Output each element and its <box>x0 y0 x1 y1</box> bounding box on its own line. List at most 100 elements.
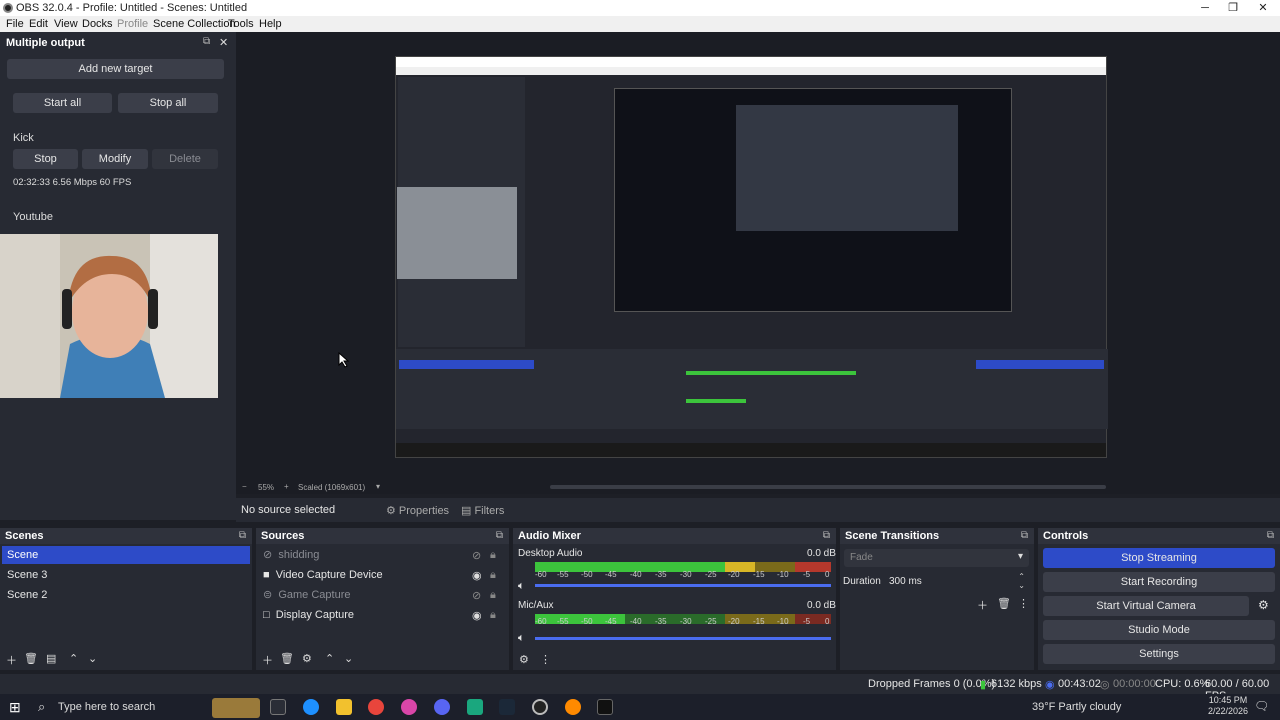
kick-modify-button[interactable]: Modify <box>82 149 148 169</box>
mixer-settings-icon[interactable]: ⚙ <box>519 653 529 666</box>
notifications-icon[interactable]: 🗨︎ <box>1254 699 1269 713</box>
audio-mixer-header: Audio Mixer ⧉ <box>513 528 836 544</box>
move-up-icon[interactable]: ⌃ <box>69 652 78 665</box>
minimize-button[interactable]: ─ <box>1190 0 1220 16</box>
terminal-icon[interactable] <box>597 699 613 715</box>
lock-icon[interactable]: 🔒︎ <box>490 589 496 602</box>
source-properties-icon[interactable]: ⚙ <box>302 652 312 665</box>
scene-item[interactable]: Scene <box>2 546 250 564</box>
audio-dock-menu-icon[interactable]: ⧉ <box>823 530 830 541</box>
scene-filters-icon[interactable]: ▤ <box>46 652 56 665</box>
menu-help[interactable]: Help <box>259 18 282 30</box>
discord-icon[interactable] <box>434 699 450 715</box>
menu-docks[interactable]: Docks <box>82 18 113 30</box>
browser-icon[interactable] <box>303 699 319 715</box>
menu-edit[interactable]: Edit <box>29 18 48 30</box>
controls-dock-menu-icon[interactable]: ⧉ <box>1267 530 1274 541</box>
settings-button[interactable]: Settings <box>1043 644 1275 664</box>
task-view-icon[interactable] <box>270 699 286 715</box>
close-button[interactable]: ✕ <box>1248 0 1278 16</box>
desktop-volume-slider[interactable] <box>535 584 831 587</box>
tick: -10 <box>777 617 789 626</box>
mic-mute-icon[interactable]: 🔈︎ <box>518 632 525 645</box>
tick: -5 <box>803 617 811 626</box>
source-item[interactable]: ■ Video Capture Device <box>258 566 507 584</box>
close-dock-icon[interactable]: ✕ <box>219 36 228 49</box>
steam-icon[interactable] <box>499 699 515 715</box>
remove-transition-icon[interactable]: 🗑 <box>997 597 1011 610</box>
transition-select[interactable]: Fade ▾ <box>844 549 1029 567</box>
menu-profile[interactable]: Profile <box>117 18 148 30</box>
start-virtual-camera-button[interactable]: Start Virtual Camera <box>1043 596 1249 616</box>
source-item[interactable]: □ Display Capture <box>258 606 507 624</box>
move-down-icon[interactable]: ⌄ <box>88 652 97 665</box>
lock-icon[interactable]: 🔒︎ <box>490 609 496 622</box>
taskbar-search[interactable]: Type here to search <box>58 701 155 713</box>
app-icon[interactable] <box>565 699 581 715</box>
stepper-icon[interactable]: ⌃ ⌄ <box>1018 572 1025 590</box>
zoom-out-button[interactable]: − <box>242 482 247 491</box>
monitor-icon: □ <box>263 609 270 621</box>
search-icon[interactable]: ⌕ <box>38 699 45 715</box>
scale-dropdown-icon[interactable]: ▾ <box>376 482 380 491</box>
menu-tools[interactable]: Tools <box>228 18 254 30</box>
nested-selected-scene <box>399 360 534 369</box>
file-explorer-icon[interactable] <box>336 699 352 715</box>
lock-icon[interactable]: 🔒︎ <box>490 569 496 582</box>
no-source-label: No source selected <box>241 504 336 516</box>
mixer-menu-icon[interactable]: ⋮ <box>540 653 551 666</box>
properties-button[interactable]: ⚙ Properties <box>386 504 449 517</box>
stop-streaming-button[interactable]: Stop Streaming <box>1043 548 1275 568</box>
sources-dock-menu-icon[interactable]: ⧉ <box>496 530 503 541</box>
add-target-button[interactable]: Add new target <box>7 59 224 79</box>
float-dock-icon[interactable]: ⧉ <box>203 36 210 47</box>
visibility-icon[interactable]: ⊘ <box>472 549 481 562</box>
source-item[interactable]: ⊘ shidding <box>258 546 507 564</box>
menu-scene-collection[interactable]: Scene Collection <box>153 18 236 30</box>
obs-icon[interactable] <box>532 699 548 715</box>
transitions-dock-menu-icon[interactable]: ⧉ <box>1021 530 1028 541</box>
maximize-button[interactable]: ❐ <box>1218 0 1248 16</box>
add-scene-icon[interactable]: ＋ <box>6 652 17 668</box>
tick: -10 <box>777 570 789 579</box>
add-source-icon[interactable]: ＋ <box>262 652 273 668</box>
scene-item[interactable]: Scene 2 <box>2 586 250 604</box>
tick: -55 <box>557 570 569 579</box>
start-recording-button[interactable]: Start Recording <box>1043 572 1275 592</box>
studio-mode-button[interactable]: Studio Mode <box>1043 620 1275 640</box>
visibility-icon[interactable]: ◉ <box>472 569 482 582</box>
menu-view[interactable]: View <box>54 18 78 30</box>
remove-scene-icon[interactable]: 🗑 <box>24 652 38 665</box>
add-transition-icon[interactable]: ＋ <box>977 597 988 613</box>
move-down-icon[interactable]: ⌄ <box>344 652 353 665</box>
transition-menu-icon[interactable]: ⋮ <box>1018 597 1029 610</box>
app-icon[interactable] <box>467 699 483 715</box>
remove-source-icon[interactable]: 🗑 <box>280 652 294 665</box>
start-all-button[interactable]: Start all <box>13 93 112 113</box>
duration-field[interactable]: 300 ms ⌃ ⌄ <box>884 572 1029 590</box>
source-item[interactable]: ⊜ Game Capture <box>258 586 507 604</box>
weather[interactable]: 39°F Partly cloudy <box>1032 701 1121 713</box>
menu-file[interactable]: File <box>6 18 24 30</box>
mic-volume-slider[interactable] <box>535 637 831 640</box>
filters-button[interactable]: ▤ Filters <box>461 504 504 517</box>
visibility-icon[interactable]: ◉ <box>472 609 482 622</box>
stop-all-button[interactable]: Stop all <box>118 93 218 113</box>
scene-item[interactable]: Scene 3 <box>2 566 250 584</box>
windows-start-icon[interactable]: ⊞ <box>9 699 21 716</box>
scale-mode[interactable]: Scaled (1069x601) <box>298 483 365 492</box>
horizontal-scrollbar[interactable] <box>550 485 1106 489</box>
move-up-icon[interactable]: ⌃ <box>325 652 334 665</box>
zoom-in-button[interactable]: + <box>284 482 289 491</box>
kick-stop-button[interactable]: Stop <box>13 149 78 169</box>
clock-date: 2/22/2026 <box>1207 706 1249 716</box>
app-icon[interactable] <box>401 699 417 715</box>
kick-delete-button[interactable]: Delete <box>152 149 218 169</box>
scenes-dock-menu-icon[interactable]: ⧉ <box>239 530 246 541</box>
visibility-icon[interactable]: ⊘ <box>472 589 481 602</box>
tick: -15 <box>753 570 765 579</box>
lock-icon[interactable]: 🔒︎ <box>490 549 496 562</box>
desktop-mute-icon[interactable]: 🔈︎ <box>518 580 525 593</box>
virtual-camera-settings-icon[interactable]: ⚙ <box>1258 598 1269 612</box>
chrome-icon[interactable] <box>368 699 384 715</box>
